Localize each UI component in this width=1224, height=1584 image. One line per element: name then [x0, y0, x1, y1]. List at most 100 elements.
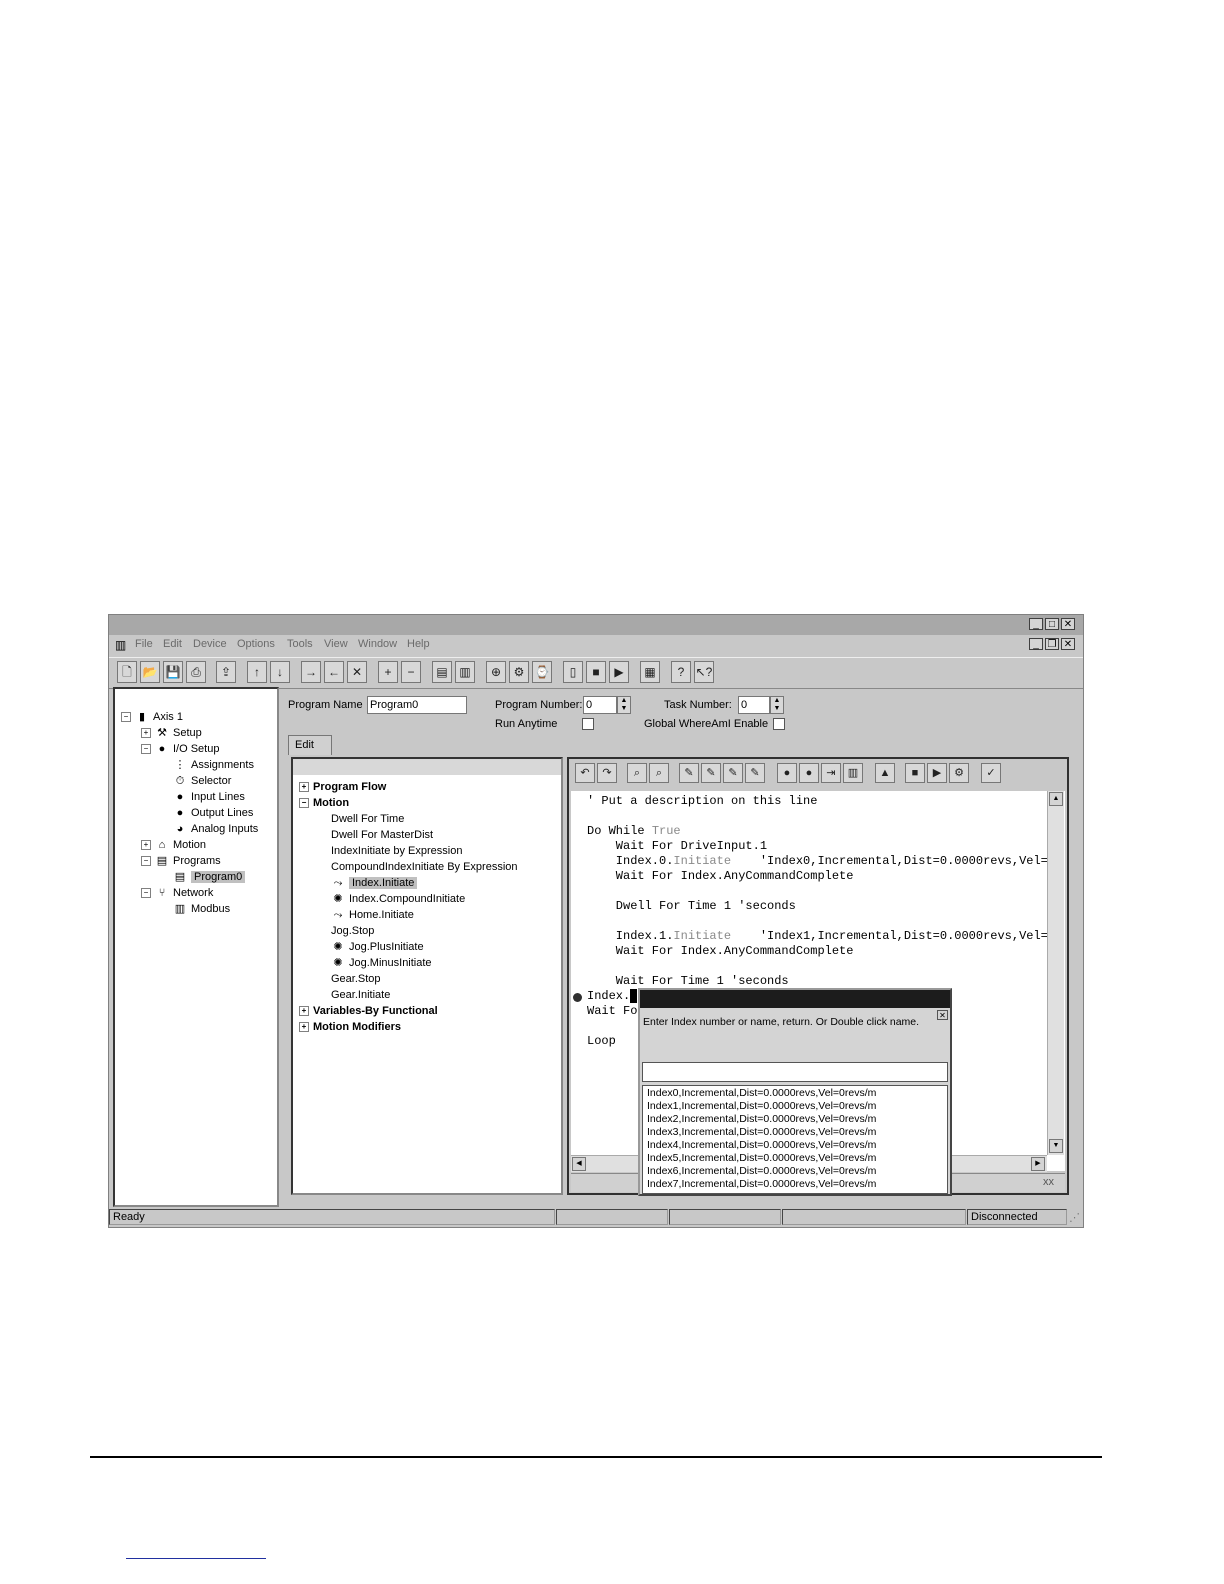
- indent-icon[interactable]: ⇥: [821, 763, 841, 783]
- menu-device[interactable]: Device: [193, 638, 227, 650]
- find-next-icon[interactable]: ⌕: [649, 763, 669, 783]
- close-icon[interactable]: ✕: [1061, 618, 1075, 630]
- tree-item-io-setup[interactable]: − ● I/O Setup: [141, 741, 219, 757]
- tree-item-setup[interactable]: + ⚒ Setup: [141, 725, 202, 741]
- context-help-icon[interactable]: ↖?: [694, 661, 714, 683]
- disconnect-icon[interactable]: ←: [324, 661, 344, 683]
- redo-icon[interactable]: ↷: [597, 763, 617, 783]
- step-icon[interactable]: ▶: [609, 661, 629, 683]
- editor-watch-icon[interactable]: ⚙: [949, 763, 969, 783]
- tree-item-modbus[interactable]: ▥ Modbus: [173, 901, 230, 917]
- download-to-drive-icon[interactable]: ↓: [270, 661, 290, 683]
- remove-axis-icon[interactable]: −: [401, 661, 421, 683]
- program-name-input[interactable]: Program0: [367, 696, 467, 714]
- properties-icon[interactable]: ▥: [843, 763, 863, 783]
- child-minimize-icon[interactable]: _: [1029, 638, 1043, 650]
- menu-window[interactable]: Window: [358, 638, 397, 650]
- global-whereami-checkbox[interactable]: [773, 718, 785, 730]
- run-anytime-checkbox[interactable]: [582, 718, 594, 730]
- lock-icon[interactable]: ▲: [875, 763, 895, 783]
- resize-grip-icon[interactable]: ⋰: [1069, 1211, 1080, 1224]
- instruction-item[interactable]: ✺ Jog.PlusInitiate: [331, 939, 423, 955]
- expand-icon[interactable]: +: [299, 1022, 309, 1033]
- help-icon[interactable]: ?: [671, 661, 691, 683]
- scroll-right-icon[interactable]: ▶: [1031, 1157, 1045, 1171]
- upload-icon[interactable]: ⇪: [216, 661, 236, 683]
- child-restore-icon[interactable]: ❐: [1045, 638, 1059, 650]
- instruction-group-program-flow[interactable]: + Program Flow: [299, 779, 386, 795]
- instruction-group-variables[interactable]: + Variables-By Functional: [299, 1003, 438, 1019]
- popup-index-list[interactable]: Index0,Incremental,Dist=0.0000revs,Vel=0…: [642, 1085, 948, 1194]
- tree-item-assignments[interactable]: ⋮ Assignments: [173, 757, 254, 773]
- collapse-icon[interactable]: −: [141, 888, 151, 899]
- menu-help[interactable]: Help: [407, 638, 430, 650]
- tree-item-motion[interactable]: + ⌂ Motion: [141, 837, 206, 853]
- menu-options[interactable]: Options: [237, 638, 275, 650]
- instruction-group-motion-modifiers[interactable]: + Motion Modifiers: [299, 1019, 401, 1035]
- stop-program-icon[interactable]: ■: [586, 661, 606, 683]
- tree-item-output-lines[interactable]: ● Output Lines: [173, 805, 254, 821]
- connect-icon[interactable]: →: [301, 661, 321, 683]
- instruction-item-index-initiate[interactable]: ⤳ Index.Initiate: [331, 875, 418, 891]
- breakpoint-icon[interactable]: ✎: [679, 763, 699, 783]
- list-item[interactable]: Index7,Incremental,Dist=0.0000revs,Vel=0…: [647, 1178, 876, 1191]
- tree-item-axis[interactable]: − ▮ Axis 1: [121, 709, 183, 725]
- popup-search-input[interactable]: [642, 1062, 948, 1082]
- menu-view[interactable]: View: [324, 638, 348, 650]
- list-item[interactable]: Index4,Incremental,Dist=0.0000revs,Vel=0…: [647, 1139, 876, 1152]
- vertical-scrollbar[interactable]: ▲ ▼: [1047, 791, 1064, 1155]
- instruction-item[interactable]: IndexInitiate by Expression: [331, 843, 462, 859]
- clear-all-breakpoints-icon[interactable]: ✎: [745, 763, 765, 783]
- task-number-input[interactable]: 0: [738, 696, 770, 714]
- scroll-down-icon[interactable]: ▼: [1049, 1139, 1063, 1153]
- editor-step-icon[interactable]: ▶: [927, 763, 947, 783]
- expand-icon[interactable]: +: [299, 1006, 309, 1017]
- instruction-item[interactable]: ✺ Index.CompoundInitiate: [331, 891, 465, 907]
- list-item[interactable]: Index6,Incremental,Dist=0.0000revs,Vel=0…: [647, 1165, 876, 1178]
- instruction-item[interactable]: ✺ Jog.MinusInitiate: [331, 955, 431, 971]
- list-item[interactable]: Index3,Incremental,Dist=0.0000revs,Vel=0…: [647, 1126, 876, 1139]
- copy-setup-icon[interactable]: ▤: [432, 661, 452, 683]
- menu-tools[interactable]: Tools: [287, 638, 313, 650]
- instruction-item[interactable]: Gear.Stop: [331, 971, 381, 987]
- instruction-item[interactable]: Jog.Stop: [331, 923, 374, 939]
- verify-icon[interactable]: ✓: [981, 763, 1001, 783]
- menu-file[interactable]: File: [135, 638, 153, 650]
- instruction-item[interactable]: Dwell For Time: [331, 811, 404, 827]
- open-folder-icon[interactable]: 📂: [140, 661, 160, 683]
- instruction-item[interactable]: Gear.Initiate: [331, 987, 390, 1003]
- settings-icon[interactable]: ⚙: [509, 661, 529, 683]
- undo-icon[interactable]: ↶: [575, 763, 595, 783]
- popup-close-icon[interactable]: ✕: [937, 1010, 948, 1020]
- upload-from-drive-icon[interactable]: ↑: [247, 661, 267, 683]
- new-file-icon[interactable]: 🗋: [117, 661, 137, 683]
- collapse-icon[interactable]: −: [141, 856, 151, 867]
- breakpoint-marker-icon[interactable]: [573, 993, 582, 1002]
- toggle-breakpoint-icon[interactable]: ✎: [701, 763, 721, 783]
- tree-item-input-lines[interactable]: ● Input Lines: [173, 789, 245, 805]
- instruction-item[interactable]: CompoundIndexInitiate By Expression: [331, 859, 518, 875]
- zoom-in-icon[interactable]: ⊕: [486, 661, 506, 683]
- check-syntax-icon[interactable]: ●: [799, 763, 819, 783]
- find-icon[interactable]: ⌕: [627, 763, 647, 783]
- collapse-icon[interactable]: −: [121, 712, 131, 723]
- expand-icon[interactable]: +: [141, 728, 151, 739]
- list-item[interactable]: Index0,Incremental,Dist=0.0000revs,Vel=0…: [647, 1087, 876, 1100]
- tree-item-selector[interactable]: ⏱ Selector: [173, 773, 232, 789]
- tree-item-programs[interactable]: − ▤ Programs: [141, 853, 221, 869]
- task-number-spinner[interactable]: ▲ ▼: [770, 696, 784, 714]
- minimize-icon[interactable]: _: [1029, 618, 1043, 630]
- tab-edit[interactable]: Edit: [288, 735, 332, 755]
- list-item[interactable]: Index5,Incremental,Dist=0.0000revs,Vel=0…: [647, 1152, 876, 1165]
- instruction-group-motion[interactable]: − Motion: [299, 795, 349, 811]
- program-number-input[interactable]: 0: [583, 696, 617, 714]
- print-icon[interactable]: ⎙: [186, 661, 206, 683]
- collapse-icon[interactable]: −: [299, 798, 309, 809]
- tree-item-analog-inputs[interactable]: ◕ Analog Inputs: [173, 821, 259, 837]
- expand-icon[interactable]: +: [141, 840, 151, 851]
- scroll-left-icon[interactable]: ◀: [572, 1157, 586, 1171]
- list-item[interactable]: Index1,Incremental,Dist=0.0000revs,Vel=0…: [647, 1100, 876, 1113]
- run-icon[interactable]: ▯: [563, 661, 583, 683]
- tree-item-network[interactable]: − ⑂ Network: [141, 885, 213, 901]
- scroll-up-icon[interactable]: ▲: [1049, 792, 1063, 806]
